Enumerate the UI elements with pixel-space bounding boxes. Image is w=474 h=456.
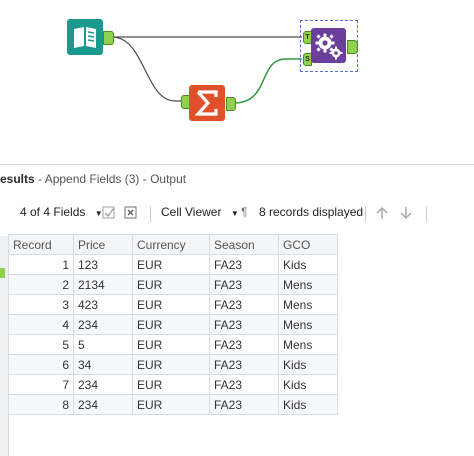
table-row[interactable]: 5 5 EUR FA23 Mens (8, 334, 338, 355)
table-row[interactable]: 6 34 EUR FA23 Kids (8, 354, 338, 375)
cell-price[interactable]: 234 (73, 314, 133, 335)
cell-currency[interactable]: EUR (132, 294, 210, 315)
table-row[interactable]: 8 234 EUR FA23 Kids (8, 394, 338, 415)
cell-record[interactable]: 2 (8, 274, 74, 295)
book-icon (74, 27, 96, 48)
cell-currency[interactable]: EUR (132, 254, 210, 275)
toolbar-divider (150, 206, 151, 222)
cell-gco[interactable]: Mens (278, 314, 338, 335)
cell-viewer-selector[interactable]: Cell Viewer ▼ (161, 205, 239, 219)
cell-record[interactable]: 1 (8, 254, 74, 275)
check-icon[interactable] (102, 206, 116, 220)
header-row: Record Price Currency Season GCO (8, 234, 338, 255)
results-toolbar: 4 of 4 Fields ▼ Cell Viewer ▼ ¶ 8 record… (12, 200, 474, 228)
cell-season[interactable]: FA23 (209, 294, 279, 315)
summarize-tool[interactable] (189, 85, 225, 121)
cell-currency[interactable]: EUR (132, 394, 210, 415)
toolbar-divider (426, 206, 427, 222)
cell-currency[interactable]: EUR (132, 374, 210, 395)
table-row[interactable]: 1 123 EUR FA23 Kids (8, 254, 338, 275)
fields-selector[interactable]: 4 of 4 Fields ▼ (20, 205, 103, 219)
cell-price[interactable]: 234 (73, 374, 133, 395)
cell-season[interactable]: FA23 (209, 334, 279, 355)
arrow-up-icon[interactable] (374, 205, 390, 221)
cell-season[interactable]: FA23 (209, 394, 279, 415)
cell-record[interactable]: 3 (8, 294, 74, 315)
cell-currency[interactable]: EUR (132, 274, 210, 295)
cell-price[interactable]: 34 (73, 354, 133, 375)
cell-viewer-label: Cell Viewer (161, 205, 222, 219)
cell-record[interactable]: 6 (8, 354, 74, 375)
table-row[interactable]: 3 423 EUR FA23 Mens (8, 294, 338, 315)
toolbar-divider (365, 206, 366, 222)
output-anchor-marker (0, 268, 5, 278)
fields-selector-label: 4 of 4 Fields (20, 205, 86, 219)
cell-season[interactable]: FA23 (209, 314, 279, 335)
gears-icon (315, 33, 343, 60)
cell-record[interactable]: 7 (8, 374, 74, 395)
chevron-down-icon: ▼ (230, 209, 239, 218)
cell-record[interactable]: 4 (8, 314, 74, 335)
cell-currency[interactable]: EUR (132, 354, 210, 375)
cell-season[interactable]: FA23 (209, 274, 279, 295)
cell-record[interactable]: 8 (8, 394, 74, 415)
results-grid: Record Price Currency Season GCO 1 123 E… (8, 234, 338, 415)
connection-input-to-summarize[interactable] (111, 36, 181, 102)
close-box-icon[interactable] (124, 206, 138, 220)
sigma-icon (194, 90, 218, 116)
cell-gco[interactable]: Kids (278, 394, 338, 415)
cell-gco[interactable]: Mens (278, 294, 338, 315)
results-title-bold: esults (0, 172, 35, 186)
cell-season[interactable]: FA23 (209, 374, 279, 395)
input-data-tool[interactable] (67, 19, 103, 55)
column-header-season[interactable]: Season (209, 234, 279, 255)
cell-gco[interactable]: Kids (278, 254, 338, 275)
records-count: 8 records displayed (259, 205, 364, 219)
cell-gco[interactable]: Kids (278, 354, 338, 375)
results-title: esults - Append Fields (3) - Output (0, 172, 186, 186)
column-header-currency[interactable]: Currency (132, 234, 210, 255)
column-header-gco[interactable]: GCO (278, 234, 338, 255)
cell-price[interactable]: 123 (73, 254, 133, 275)
cell-gco[interactable]: Mens (278, 334, 338, 355)
cell-season[interactable]: FA23 (209, 254, 279, 275)
connection-summarize-to-append-s[interactable] (233, 58, 302, 104)
table-row[interactable]: 7 234 EUR FA23 Kids (8, 374, 338, 395)
cell-currency[interactable]: EUR (132, 314, 210, 335)
arrow-down-icon[interactable] (398, 205, 414, 221)
cell-price[interactable]: 2134 (73, 274, 133, 295)
cell-gco[interactable]: Kids (278, 374, 338, 395)
workflow-canvas[interactable]: T S (0, 0, 474, 160)
summarize-output-anchor[interactable] (226, 97, 236, 111)
cell-record[interactable]: 5 (8, 334, 74, 355)
table-row[interactable]: 4 234 EUR FA23 Mens (8, 314, 338, 335)
cell-gco[interactable]: Mens (278, 274, 338, 295)
column-header-price[interactable]: Price (73, 234, 133, 255)
cell-currency[interactable]: EUR (132, 334, 210, 355)
cell-price[interactable]: 234 (73, 394, 133, 415)
results-title-subtitle: - Append Fields (3) - Output (34, 172, 187, 186)
cell-season[interactable]: FA23 (209, 354, 279, 375)
table-row[interactable]: 2 2134 EUR FA23 Mens (8, 274, 338, 295)
cell-price[interactable]: 5 (73, 334, 133, 355)
input-output-anchor[interactable] (103, 31, 114, 45)
column-header-record[interactable]: Record (8, 234, 74, 255)
append-fields-tool[interactable] (311, 28, 346, 63)
append-output-anchor[interactable] (347, 40, 358, 54)
pilcrow-icon[interactable]: ¶ (241, 205, 247, 219)
cell-price[interactable]: 423 (73, 294, 133, 315)
